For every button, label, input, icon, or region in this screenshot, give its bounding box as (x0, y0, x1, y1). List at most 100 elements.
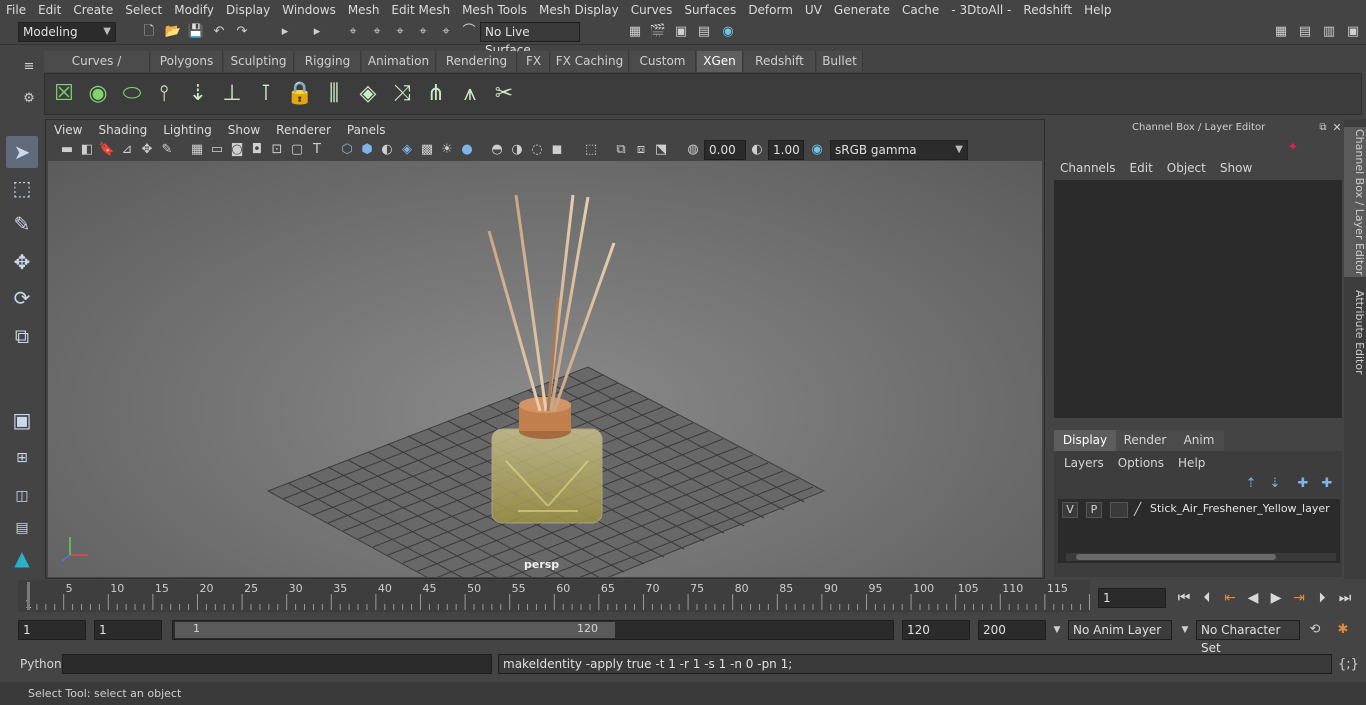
panel-menu-view[interactable]: View (46, 123, 90, 137)
safe-action-icon[interactable]: ▢ (288, 141, 306, 159)
workspace-icon[interactable]: ▦ (1272, 23, 1290, 41)
menu-curves[interactable]: Curves (625, 3, 679, 17)
exposure-field[interactable]: 0.00 (704, 140, 746, 160)
lasso-tool-icon[interactable]: ⬚ (6, 172, 38, 204)
menu-options[interactable]: Options (1118, 456, 1164, 470)
tab-curves-surfaces[interactable]: Curves / Surfaces (44, 51, 150, 89)
range-slider[interactable]: 1 120 (172, 620, 894, 640)
chevron-down-icon[interactable]: ▼ (1176, 621, 1194, 639)
menu-channels[interactable]: Channels (1060, 161, 1116, 175)
tab-fx[interactable]: FX (518, 51, 550, 72)
go-to-start-icon[interactable]: ⏮ (1174, 588, 1194, 608)
menu-deform[interactable]: Deform (742, 3, 799, 17)
ambient-occlusion-icon[interactable]: ◓ (488, 141, 506, 159)
play-backwards-icon[interactable]: ◀ (1243, 588, 1263, 608)
tab-render[interactable]: Render (1116, 430, 1174, 451)
menu-mesh-tools[interactable]: Mesh Tools (456, 3, 533, 17)
layer-display-type-toggle[interactable] (1110, 502, 1128, 518)
tab-animation[interactable]: Animation (362, 51, 436, 72)
xray-icon[interactable]: ▩ (418, 141, 436, 159)
play-forwards-icon[interactable]: ▶ (1266, 588, 1286, 608)
gamma-icon[interactable]: ◐ (748, 141, 766, 159)
selection-mask-icon-2[interactable]: ▸ (308, 23, 326, 41)
scrollbar-thumb[interactable] (1076, 554, 1276, 560)
animation-start-field[interactable]: 1 (18, 620, 86, 640)
step-back-key-icon[interactable]: ⇤ (1220, 588, 1240, 608)
playback-end-field[interactable]: 120 (902, 620, 970, 640)
textured-icon[interactable]: ◈ (398, 141, 416, 159)
motion-blur-icon[interactable]: ◑ (508, 141, 526, 159)
xgen-attach-icon[interactable]: ⤨ (387, 78, 417, 110)
gear-icon[interactable]: ⚙ (20, 90, 38, 108)
layer-playback-toggle[interactable]: P (1086, 502, 1102, 518)
panel-menu-lighting[interactable]: Lighting (155, 123, 220, 137)
xgen-guide-visibility-icon[interactable]: ⊺ (251, 78, 281, 110)
current-frame-field[interactable]: 1 (1098, 588, 1166, 608)
menu-layers[interactable]: Layers (1064, 456, 1104, 470)
layout-icon[interactable]: ▤ (1296, 23, 1314, 41)
time-slider[interactable]: 1510152025303540455055606570758085909510… (0, 580, 1366, 616)
xgen-add-cv-icon[interactable]: ⊥ (217, 78, 247, 110)
open-scene-icon[interactable]: 📂 (164, 23, 182, 41)
current-time-indicator[interactable] (27, 582, 30, 610)
menu-windows[interactable]: Windows (276, 3, 342, 17)
outliner-layout-icon[interactable]: ▥ (1320, 23, 1338, 41)
camera-attr-icon[interactable]: ◧ (78, 141, 96, 159)
step-back-icon[interactable]: ⏴ (1197, 588, 1217, 608)
menu-edit[interactable]: Edit (32, 3, 67, 17)
redo-icon[interactable]: ↷ (233, 23, 251, 41)
tab-display[interactable]: Display (1054, 430, 1116, 451)
wireframe-on-shaded-icon[interactable]: ◐ (378, 141, 396, 159)
live-surface-field[interactable]: No Live Surface (480, 22, 580, 57)
menu-set-dropdown[interactable]: Modeling ▼ (18, 22, 116, 42)
character-set-dropdown[interactable]: No Character Set (1196, 620, 1300, 655)
tab-redshift[interactable]: Redshift (744, 51, 816, 72)
menu-cache[interactable]: Cache (896, 3, 945, 17)
xgen-groom-icon[interactable]: ⋔ (421, 78, 451, 110)
panel-menu-renderer[interactable]: Renderer (268, 123, 339, 137)
bookmark-icon[interactable]: 🔖 (98, 141, 116, 159)
menu-uv[interactable]: UV (799, 3, 828, 17)
smooth-shade-icon[interactable]: ⬢ (358, 141, 376, 159)
menu-cb-edit[interactable]: Edit (1130, 161, 1153, 175)
isolate-select-icon[interactable]: ⬚ (582, 141, 600, 159)
new-scene-icon[interactable]: 🗋 (140, 23, 158, 41)
tab-attribute-editor[interactable]: Attribute Editor (1344, 287, 1366, 377)
menu-redshift[interactable]: Redshift (1017, 3, 1078, 17)
backface-culling-icon[interactable]: ⬔ (652, 141, 670, 159)
auto-key-icon[interactable]: ⟲ (1306, 621, 1324, 639)
xgen-cut-icon[interactable]: ⩚ (455, 78, 485, 110)
panel-menu-show[interactable]: Show (220, 123, 268, 137)
xgen-move-guide-icon[interactable]: ⇣ (183, 78, 213, 110)
go-to-end-icon[interactable]: ⏭ (1335, 588, 1355, 608)
menu-mesh-display[interactable]: Mesh Display (533, 3, 625, 17)
snap-grid-icon[interactable]: ⌖ (344, 23, 362, 41)
range-slider-handle[interactable] (175, 622, 615, 638)
menu-generate[interactable]: Generate (828, 3, 896, 17)
layer-name[interactable]: Stick_Air_Freshener_Yellow_layer (1150, 502, 1330, 515)
grid-icon[interactable]: ▦ (188, 141, 206, 159)
menu-mesh[interactable]: Mesh (342, 3, 386, 17)
3d-viewport[interactable]: persp (48, 161, 1042, 577)
xgen-preview-icon[interactable]: ◉ (83, 78, 113, 110)
move-layer-up-icon[interactable]: ⇡ (1242, 475, 1260, 493)
menu-display[interactable]: Display (220, 3, 276, 17)
tab-fx-caching[interactable]: FX Caching (551, 51, 629, 72)
xgen-guide-sculpt-icon[interactable]: ⫼ (319, 78, 349, 110)
render-frame-icon[interactable]: 🎬 (649, 23, 667, 41)
undo-icon[interactable]: ↶ (210, 23, 228, 41)
step-forward-key-icon[interactable]: ⇥ (1289, 588, 1309, 608)
script-editor-icon[interactable]: {;} (1338, 656, 1359, 674)
rotate-tool-icon[interactable]: ⟳ (6, 282, 38, 314)
tab-anim[interactable]: Anim (1174, 430, 1224, 451)
playback-start-field[interactable]: 1 (94, 620, 162, 640)
xgen-add-guide-icon[interactable]: ⫯ (149, 78, 179, 110)
image-plane-icon[interactable]: ⊿ (118, 141, 136, 159)
render-view-icon[interactable]: ▤ (695, 23, 713, 41)
toggle-panel-icon[interactable]: ▣ (1344, 23, 1362, 41)
panel-menu-panels[interactable]: Panels (339, 123, 394, 137)
selection-mask-icon[interactable]: ▸ (276, 23, 294, 41)
layer-visibility-toggle[interactable]: V (1062, 502, 1078, 518)
snap-view-icon[interactable]: ⌖ (414, 23, 432, 41)
tab-sculpting[interactable]: Sculpting (224, 51, 294, 72)
